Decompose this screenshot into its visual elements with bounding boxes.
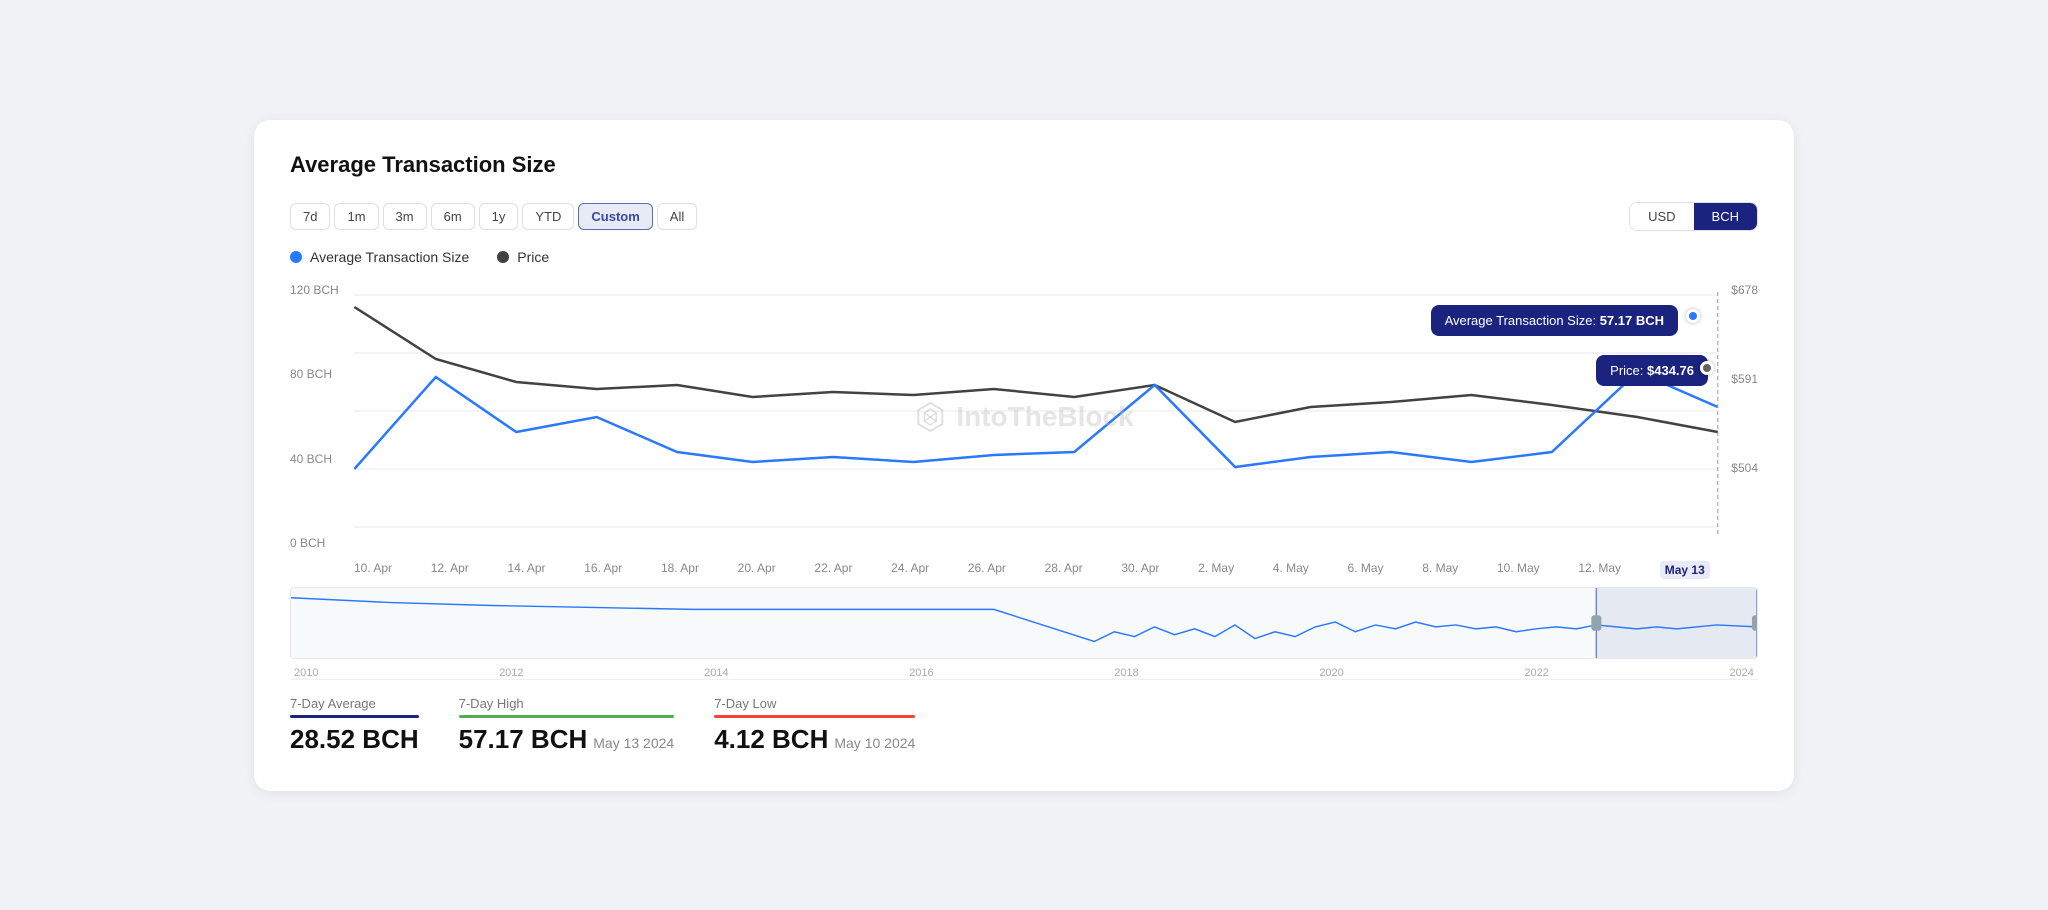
stat-avg-underline [290, 715, 419, 718]
legend-dot-avg [290, 251, 302, 263]
currency-toggle: USD BCH [1629, 202, 1758, 231]
legend: Average Transaction Size Price [290, 249, 1758, 265]
stat-high-label: 7-Day High [459, 696, 675, 711]
time-btn-ytd[interactable]: YTD [522, 203, 574, 230]
chart-area: 120 BCH 80 BCH 40 BCH 0 BCH $678 $591 $5… [290, 277, 1758, 557]
currency-bch[interactable]: BCH [1694, 203, 1757, 230]
y-axis-left: 120 BCH 80 BCH 40 BCH 0 BCH [290, 277, 339, 557]
mini-x-6: 2022 [1524, 667, 1548, 679]
legend-dot-price [497, 251, 509, 263]
controls-row: 7d 1m 3m 6m 1y YTD Custom All USD BCH [290, 202, 1758, 231]
stats-row: 7-Day Average 28.52 BCH 7-Day High 57.17… [290, 679, 1758, 755]
x-label-3: 16. Apr [584, 561, 622, 579]
stat-high-value: 57.17 BCHMay 13 2024 [459, 724, 675, 755]
y-right-2: $504 [1731, 461, 1758, 475]
x-label-8: 26. Apr [968, 561, 1006, 579]
x-label-7: 24. Apr [891, 561, 929, 579]
x-label-1: 12. Apr [431, 561, 469, 579]
time-btn-1y[interactable]: 1y [479, 203, 519, 230]
mini-x-7: 2024 [1729, 667, 1753, 679]
x-label-12: 4. May [1273, 561, 1309, 579]
main-card: Average Transaction Size 7d 1m 3m 6m 1y … [254, 120, 1794, 791]
stat-high: 7-Day High 57.17 BCHMay 13 2024 [459, 696, 675, 755]
chart-wrapper: 120 BCH 80 BCH 40 BCH 0 BCH $678 $591 $5… [290, 277, 1758, 679]
stat-avg-value: 28.52 BCH [290, 724, 419, 755]
y-axis-right: $678 $591 $504 [1731, 277, 1758, 557]
mini-x-0: 2010 [294, 667, 318, 679]
x-label-11: 2. May [1198, 561, 1234, 579]
stat-low-value: 4.12 BCHMay 10 2024 [714, 724, 915, 755]
stat-avg-label: 7-Day Average [290, 696, 419, 711]
y-label-3: 0 BCH [290, 536, 339, 550]
legend-label-avg: Average Transaction Size [310, 249, 469, 265]
stat-low: 7-Day Low 4.12 BCHMay 10 2024 [714, 696, 915, 755]
stat-high-date: May 13 2024 [593, 735, 674, 751]
x-label-16: 12. May [1578, 561, 1621, 579]
x-label-5: 20. Apr [738, 561, 776, 579]
time-filters: 7d 1m 3m 6m 1y YTD Custom All [290, 203, 697, 230]
stat-low-label: 7-Day Low [714, 696, 915, 711]
mini-x-1: 2012 [499, 667, 523, 679]
mini-x-labels: 2010 2012 2014 2016 2018 2020 2022 2024 [290, 667, 1758, 679]
stat-high-underline [459, 715, 675, 718]
time-btn-3m[interactable]: 3m [383, 203, 427, 230]
mini-x-4: 2018 [1114, 667, 1138, 679]
y-right-1: $591 [1731, 372, 1758, 386]
x-label-10: 30. Apr [1121, 561, 1159, 579]
legend-price: Price [497, 249, 549, 265]
legend-label-price: Price [517, 249, 549, 265]
tooltip-dot-dark [1700, 361, 1714, 375]
page-title: Average Transaction Size [290, 152, 1758, 178]
x-label-4: 18. Apr [661, 561, 699, 579]
main-chart-svg [290, 277, 1758, 557]
y-label-2: 40 BCH [290, 452, 339, 466]
mini-x-2: 2014 [704, 667, 728, 679]
tooltip-dot-blue [1686, 309, 1700, 323]
x-label-0: 10. Apr [354, 561, 392, 579]
y-label-1: 80 BCH [290, 367, 339, 381]
x-label-14: 8. May [1422, 561, 1458, 579]
mini-x-5: 2020 [1319, 667, 1343, 679]
time-btn-7d[interactable]: 7d [290, 203, 330, 230]
time-btn-1m[interactable]: 1m [334, 203, 378, 230]
x-label-2: 14. Apr [507, 561, 545, 579]
y-label-0: 120 BCH [290, 283, 339, 297]
time-btn-custom[interactable]: Custom [578, 203, 652, 230]
time-btn-all[interactable]: All [657, 203, 697, 230]
mini-chart-svg [291, 588, 1757, 658]
x-label-9: 28. Apr [1045, 561, 1083, 579]
x-label-13: 6. May [1348, 561, 1384, 579]
x-label-6: 22. Apr [814, 561, 852, 579]
y-right-0: $678 [1731, 283, 1758, 297]
stat-low-underline [714, 715, 915, 718]
time-btn-6m[interactable]: 6m [431, 203, 475, 230]
mini-x-3: 2016 [909, 667, 933, 679]
mini-chart-area[interactable] [290, 587, 1758, 659]
x-axis-labels: 10. Apr 12. Apr 14. Apr 16. Apr 18. Apr … [290, 561, 1758, 579]
x-label-15: 10. May [1497, 561, 1540, 579]
stat-avg: 7-Day Average 28.52 BCH [290, 696, 419, 755]
legend-avg-tx: Average Transaction Size [290, 249, 469, 265]
x-label-17: May 13 [1660, 561, 1710, 579]
currency-usd[interactable]: USD [1630, 203, 1693, 230]
stat-low-date: May 10 2024 [834, 735, 915, 751]
